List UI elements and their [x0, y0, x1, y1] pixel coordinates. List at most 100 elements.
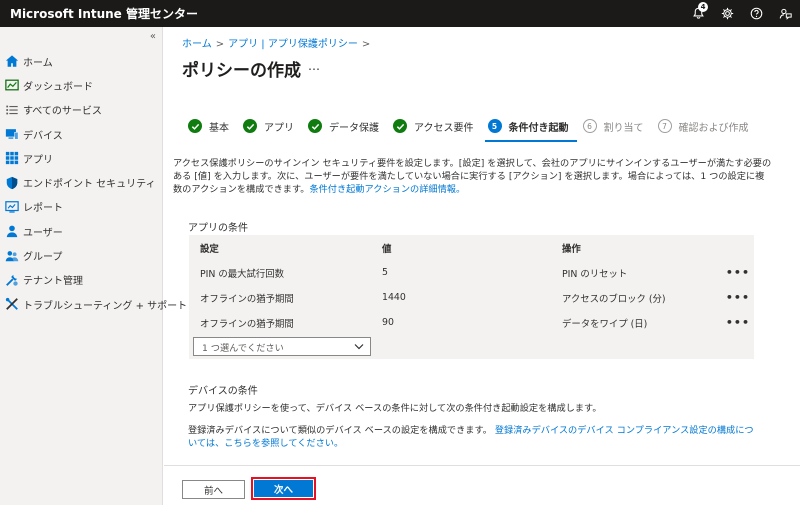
- device-conditions-note-text: 登録済みデバイスについて類似のデバイス ベースの設定を構成できます。: [188, 425, 492, 436]
- sidebar-item-all-services[interactable]: すべてのサービス: [0, 98, 163, 122]
- checkmark-icon: [188, 119, 202, 133]
- checkmark-icon: [393, 119, 407, 133]
- row-value: 5: [382, 267, 388, 278]
- header-value: 値: [382, 243, 392, 255]
- notification-badge: 4: [698, 2, 708, 12]
- step-number: 5: [487, 119, 502, 133]
- next-button-highlight: 次へ: [251, 477, 316, 500]
- step-conditional-launch[interactable]: 5 条件付き起動: [487, 119, 569, 134]
- row-action: データをワイプ (日): [562, 318, 648, 330]
- row-setting: PIN の最大試行回数: [200, 268, 285, 280]
- sidebar-item-label: すべてのサービス: [23, 106, 102, 118]
- feedback-button[interactable]: [771, 0, 800, 27]
- row-action: PIN のリセット: [562, 268, 628, 280]
- step-label: データ保護: [329, 122, 379, 134]
- table-row[interactable]: オフラインの猶予期間 90 データをワイプ (日) •••: [189, 310, 754, 335]
- sidebar-item-label: ダッシュボード: [23, 81, 93, 93]
- row-setting: オフラインの猶予期間: [200, 318, 294, 330]
- device-conditions-title: デバイスの条件: [188, 386, 258, 397]
- step-label: 確認および作成: [678, 122, 749, 134]
- current-step-underline: [485, 140, 577, 142]
- table-header: 設定 値 操作: [189, 235, 754, 260]
- sidebar-item-home[interactable]: ホーム: [0, 49, 163, 73]
- nav-list: ホーム ダッシュボード すべてのサービス デバイス アプリ エンドポイント セキ…: [0, 49, 187, 316]
- sidebar-item-reports[interactable]: レポート: [0, 195, 163, 219]
- notifications-button[interactable]: 4: [684, 0, 713, 27]
- sidebar-item-label: テナント管理: [23, 276, 83, 288]
- sidebar-item-apps[interactable]: アプリ: [0, 146, 163, 170]
- sidebar-item-users[interactable]: ユーザー: [0, 219, 163, 243]
- topbar-icons: 4: [684, 0, 800, 27]
- row-setting: オフラインの猶予期間: [200, 293, 294, 305]
- dashboard-icon: [5, 80, 19, 91]
- sidebar-item-troubleshooting[interactable]: トラブルシューティング + サポート: [0, 292, 187, 316]
- step-label: 条件付き起動: [508, 122, 569, 134]
- sidebar-item-label: エンドポイント セキュリティ: [23, 179, 156, 191]
- step-label: アプリ: [264, 122, 294, 134]
- sidebar-item-label: ユーザー: [23, 227, 63, 239]
- app-title[interactable]: Microsoft Intune 管理センター: [10, 5, 198, 22]
- next-button[interactable]: 次へ: [254, 480, 313, 497]
- footer: 前へ 次へ: [164, 465, 800, 505]
- breadcrumb-home-link[interactable]: ホーム: [182, 39, 212, 50]
- shield-icon: [6, 176, 18, 189]
- step-label: 基本: [209, 122, 229, 134]
- tools-icon: [5, 297, 18, 310]
- row-action: アクセスのブロック (分): [562, 293, 666, 305]
- chevron-down-icon: [354, 344, 364, 350]
- row-value: 90: [382, 317, 394, 328]
- step-apps[interactable]: アプリ: [243, 119, 294, 134]
- page-title: ポリシーの作成: [182, 61, 301, 81]
- step-label: アクセス要件: [414, 122, 474, 134]
- step-data-protection[interactable]: データ保護: [308, 119, 379, 134]
- user-icon: [6, 225, 18, 238]
- settings-button[interactable]: [713, 0, 742, 27]
- reports-icon: [5, 201, 19, 213]
- step-access-requirements[interactable]: アクセス要件: [393, 119, 474, 134]
- select-placeholder: 1 つ選んでください: [202, 342, 284, 354]
- step-review-create[interactable]: 7 確認および作成: [657, 119, 749, 134]
- sidebar-item-label: ホーム: [23, 57, 53, 69]
- breadcrumb: ホーム > アプリ | アプリ保護ポリシー >: [182, 35, 374, 50]
- row-more-button[interactable]: •••: [726, 266, 750, 279]
- more-options-button[interactable]: …: [308, 59, 320, 73]
- previous-button[interactable]: 前へ: [182, 480, 245, 499]
- row-more-button[interactable]: •••: [726, 291, 750, 304]
- devices-icon: [5, 129, 19, 140]
- step-label: 割り当て: [603, 122, 644, 134]
- table-row[interactable]: PIN の最大試行回数 5 PIN のリセット •••: [189, 260, 754, 285]
- home-icon: [5, 55, 19, 67]
- row-more-button[interactable]: •••: [726, 316, 750, 329]
- sidebar-item-tenant-admin[interactable]: テナント管理: [0, 268, 163, 292]
- wizard-steps: 基本 アプリ データ保護 アクセス要件 5 条件付き起動 6 割り当て 7 確認…: [188, 118, 763, 134]
- list-icon: [6, 105, 18, 115]
- header-action: 操作: [562, 243, 581, 255]
- header-setting: 設定: [200, 243, 219, 255]
- step-basics[interactable]: 基本: [188, 119, 229, 134]
- sidebar-item-groups[interactable]: グループ: [0, 243, 163, 267]
- apps-icon: [5, 152, 19, 165]
- row-value: 1440: [382, 292, 406, 303]
- setting-select[interactable]: 1 つ選んでください: [193, 337, 371, 356]
- breadcrumb-app-protection-link[interactable]: アプリ | アプリ保護ポリシー: [228, 39, 358, 50]
- app-conditions-table: 設定 値 操作 PIN の最大試行回数 5 PIN のリセット ••• オフライ…: [189, 235, 754, 359]
- conditional-launch-learn-more-link[interactable]: 条件付き起動アクションの詳細情報。: [309, 184, 465, 195]
- help-icon: [750, 7, 763, 20]
- sidebar-item-label: グループ: [23, 252, 63, 264]
- step-assignments[interactable]: 6 割り当て: [582, 119, 644, 134]
- table-row[interactable]: オフラインの猶予期間 1440 アクセスのブロック (分) •••: [189, 285, 754, 310]
- help-button[interactable]: [742, 0, 771, 27]
- top-bar: Microsoft Intune 管理センター 4: [0, 0, 800, 27]
- sidebar-item-dashboard[interactable]: ダッシュボード: [0, 73, 163, 97]
- app-conditions-title: アプリの条件: [188, 223, 248, 234]
- collapse-sidebar-button[interactable]: «: [150, 31, 156, 42]
- feedback-icon: [779, 8, 792, 20]
- breadcrumb-separator-icon: >: [361, 39, 371, 50]
- groups-icon: [5, 250, 19, 261]
- sidebar-item-devices[interactable]: デバイス: [0, 122, 163, 146]
- sidebar-item-label: デバイス: [23, 130, 63, 142]
- description: アクセス保護ポリシーのサインイン セキュリティ要件を設定します。[設定] を選択…: [173, 157, 773, 196]
- sidebar-item-label: レポート: [23, 203, 63, 215]
- sidebar-item-endpoint-security[interactable]: エンドポイント セキュリティ: [0, 170, 163, 194]
- add-setting-row: 1 つ選んでください: [189, 335, 754, 359]
